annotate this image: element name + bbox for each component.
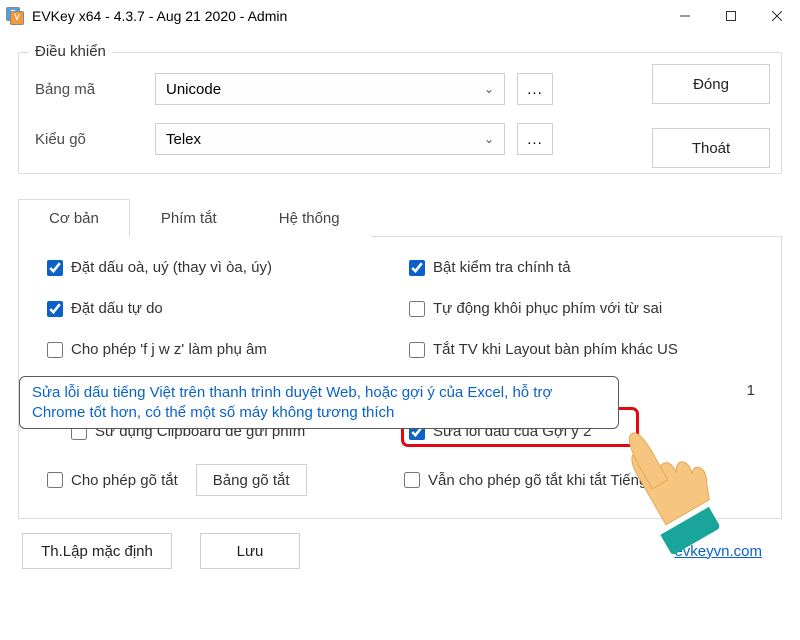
input-method-more-button[interactable]: ...	[517, 123, 553, 155]
abbrev-table-button[interactable]: Bảng gõ tắt	[196, 464, 307, 496]
tab-basic[interactable]: Cơ bản	[18, 199, 130, 237]
tab-strip: Cơ bản Phím tắt Hệ thống	[18, 198, 782, 237]
save-button[interactable]: Lưu	[200, 533, 300, 569]
encoding-combo[interactable]: Unicode ⌄	[155, 73, 505, 105]
tab-system[interactable]: Hệ thống	[248, 199, 371, 237]
defaults-button[interactable]: Th.Lập mặc định	[22, 533, 172, 569]
tooltip: Sửa lỗi dấu tiếng Việt trên thanh trình …	[19, 376, 619, 429]
tab-hotkeys[interactable]: Phím tắt	[130, 199, 248, 237]
minimize-button[interactable]	[662, 0, 708, 32]
input-method-combo[interactable]: Telex ⌄	[155, 123, 505, 155]
option-dat-dau-tu-do[interactable]: Đặt dấu tự do	[47, 300, 399, 317]
option-cho-phep-fjwz[interactable]: Cho phép 'f j w z' làm phụ âm	[47, 341, 399, 358]
control-group-title: Điều khiển	[29, 43, 112, 60]
option-tat-tv-layout[interactable]: Tắt TV khi Layout bàn phím khác US	[409, 341, 761, 358]
minimize-icon	[680, 11, 690, 21]
footer: Th.Lập mặc định Lưu evkeyvn.com	[18, 533, 782, 569]
chevron-down-icon: ⌄	[484, 132, 494, 146]
website-link[interactable]: evkeyvn.com	[674, 543, 762, 560]
maximize-icon	[726, 11, 736, 21]
tab-body-basic: Đặt dấu oà, uý (thay vì òa, úy) Bật kiểm…	[18, 237, 782, 519]
maximize-button[interactable]	[708, 0, 754, 32]
option-cho-phep-go-tat[interactable]: Cho phép gõ tắt Bảng gõ tắt	[47, 464, 404, 496]
title-bar: EV EVKey x64 - 4.3.7 - Aug 21 2020 - Adm…	[0, 0, 800, 32]
option-bat-kiem-tra[interactable]: Bật kiểm tra chính tả	[409, 259, 761, 276]
encoding-label: Bảng mã	[35, 81, 155, 98]
chevron-down-icon: ⌄	[484, 82, 494, 96]
close-icon	[772, 11, 782, 21]
option-dat-dau-oa[interactable]: Đặt dấu oà, uý (thay vì òa, úy)	[47, 259, 399, 276]
control-group: Điều khiển Bảng mã Unicode ⌄ ... Kiểu gõ…	[18, 52, 782, 174]
encoding-more-button[interactable]: ...	[517, 73, 553, 105]
option-van-cho-phep[interactable]: Vẫn cho phép gõ tắt khi tắt Tiếng Việt	[404, 472, 761, 489]
input-method-label: Kiểu gõ	[35, 131, 155, 148]
window-title: EVKey x64 - 4.3.7 - Aug 21 2020 - Admin	[32, 8, 662, 24]
app-icon: EV	[6, 7, 24, 25]
window-close-button[interactable]	[754, 0, 800, 32]
option-tu-dong-khoi-phuc[interactable]: Tự động khôi phục phím với từ sai	[409, 300, 761, 317]
